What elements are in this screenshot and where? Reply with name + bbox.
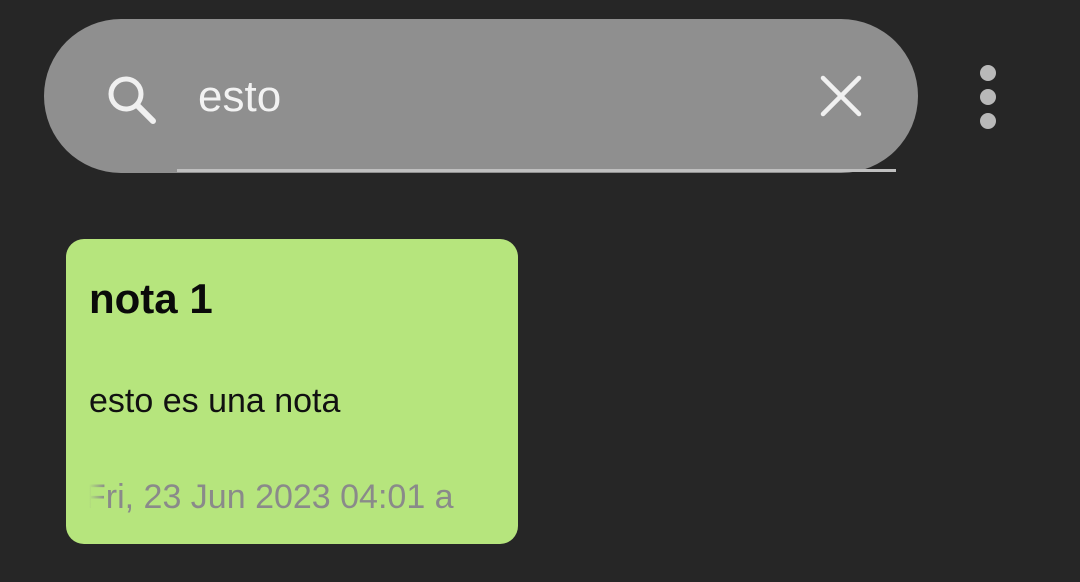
- note-date: Fri, 23 Jun 2023 04:01 a: [89, 478, 454, 516]
- note-date-fade-right: [455, 478, 495, 522]
- note-body: esto es una nota: [89, 382, 341, 420]
- search-icon[interactable]: [104, 72, 160, 128]
- note-date-fade-left: [89, 478, 105, 522]
- note-title: nota 1: [89, 275, 213, 322]
- search-input-underline: [177, 169, 896, 172]
- close-icon[interactable]: [818, 73, 864, 119]
- more-vertical-icon[interactable]: [968, 60, 1008, 134]
- note-date-container: Fri, 23 Jun 2023 04:01 a: [89, 478, 495, 522]
- search-input[interactable]: [198, 66, 798, 128]
- app-screen: nota 1 esto es una nota Fri, 23 Jun 2023…: [0, 0, 1080, 582]
- note-card[interactable]: nota 1 esto es una nota Fri, 23 Jun 2023…: [66, 239, 518, 544]
